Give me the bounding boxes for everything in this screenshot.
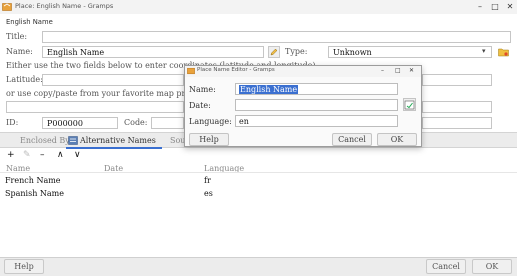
dialog-ok-button[interactable]: OK [377,133,417,146]
type-dropdown-arrow-icon[interactable]: ▾ [482,47,486,55]
tab-alternative-names[interactable]: Alternative Names [80,136,156,145]
cancel-button[interactable]: Cancel [426,259,466,274]
place-header-label: English Name [6,18,53,26]
table-row[interactable]: French Name fr [0,175,517,187]
title-label: Title: [6,32,28,41]
dialog-maximize-button[interactable]: □ [395,66,401,76]
row-language: fr [204,176,211,185]
dialog-close-button[interactable]: ✕ [409,66,414,76]
id-label: ID: [6,118,19,127]
close-button[interactable]: ✕ [503,0,517,14]
latitude-label: Latitude: [6,75,43,84]
privacy-field[interactable] [422,117,492,129]
row-language: es [204,189,213,198]
tab-enclosed-by[interactable]: Enclosed By [20,136,70,145]
dialog-minimize-button[interactable]: – [381,66,384,76]
longitude-field[interactable] [422,74,492,86]
dialog-app-icon [187,67,195,75]
name-field[interactable]: English Name [42,46,264,58]
help-button[interactable]: Help [4,259,44,274]
header-divider [0,172,517,173]
dialog-date-label: Date: [189,101,211,110]
dialog-help-button[interactable]: Help [189,133,229,146]
type-value: Unknown [333,48,372,57]
copy-paste-hint: or use copy/paste from your favorite map… [6,89,211,98]
edit-pencil-icon [270,48,278,56]
coordinates-paste-field-right[interactable] [422,101,492,113]
dialog-language-field[interactable]: en [235,115,398,127]
id-value: P000000 [47,119,83,128]
edit-name-button[interactable] [268,46,280,58]
dialog-language-value: en [239,117,249,126]
edit-icon[interactable]: ✎ [23,150,31,160]
dialog-cancel-button[interactable]: Cancel [332,133,372,146]
latitude-field[interactable] [42,74,184,86]
type-label: Type: [285,47,308,56]
dialog-title: Place Name Editor - Gramps [197,67,275,73]
row-name: Spanish Name [5,189,64,198]
active-tab-indicator [66,147,162,149]
alt-names-tab-icon [68,136,78,145]
dialog-language-label: Language: [189,117,232,126]
folder-icon[interactable] [498,47,509,57]
place-name-editor-dialog: Place Name Editor - Gramps – □ ✕ Name: E… [184,65,422,147]
maximize-button[interactable]: □ [488,0,502,14]
dialog-name-value: English Name [239,85,299,94]
code-field[interactable] [151,117,184,129]
window-title: Place: English Name - Gramps [15,2,114,10]
name-label: Name: [6,47,33,56]
dialog-name-field[interactable]: English Name [235,83,398,95]
dialog-date-field[interactable] [235,99,398,111]
minimize-button[interactable]: – [473,0,487,14]
remove-icon[interactable]: – [40,150,45,160]
move-down-icon[interactable]: ∨ [74,150,81,160]
ok-button[interactable]: OK [472,259,512,274]
title-field[interactable] [42,31,511,43]
date-editor-button[interactable] [403,98,416,111]
table-row[interactable]: Spanish Name es [0,188,517,200]
date-edit-icon [404,100,415,110]
code-label: Code: [124,118,148,127]
id-field[interactable]: P000000 [42,117,118,129]
row-name: French Name [5,176,61,185]
dialog-name-label: Name: [189,85,216,94]
move-up-icon[interactable]: ∧ [57,150,64,160]
gramps-app-icon [2,3,12,11]
name-value: English Name [47,48,105,57]
coordinates-paste-field[interactable] [6,101,184,113]
type-combo[interactable]: Unknown [328,46,492,58]
add-icon[interactable]: + [7,150,15,160]
